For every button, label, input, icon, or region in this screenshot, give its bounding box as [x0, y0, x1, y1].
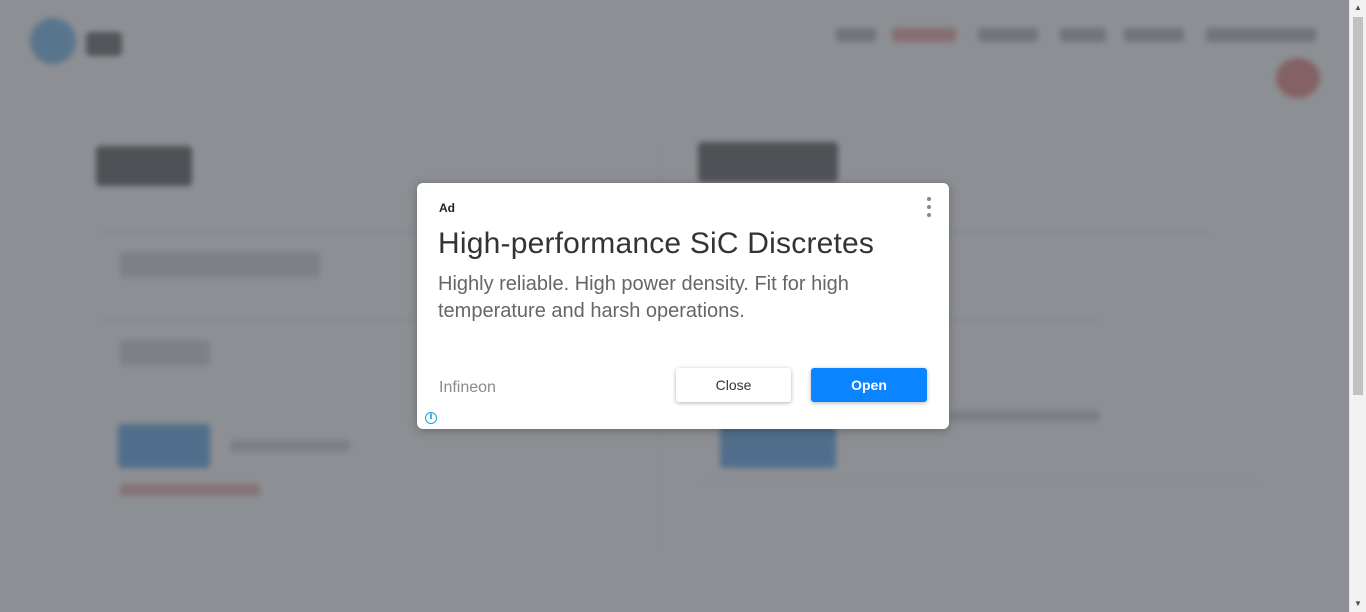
scroll-up-icon[interactable]: ▲	[1350, 0, 1366, 16]
advertiser-name: Infineon	[439, 379, 496, 396]
info-icon[interactable]: i	[425, 412, 437, 424]
ad-dialog: Ad High-performance SiC Discretes Highly…	[417, 183, 949, 429]
vertical-scrollbar[interactable]: ▲ ▼	[1349, 0, 1366, 612]
ad-body: Highly reliable. High power density. Fit…	[438, 273, 849, 322]
scroll-down-icon[interactable]: ▼	[1350, 596, 1366, 612]
ad-headline[interactable]: High-performance SiC Discretes	[438, 227, 874, 261]
ad-label: Ad	[439, 201, 455, 215]
close-button[interactable]: Close	[676, 368, 791, 402]
scroll-thumb[interactable]	[1353, 17, 1363, 395]
open-button[interactable]: Open	[811, 368, 927, 402]
more-vertical-icon[interactable]	[923, 197, 935, 217]
